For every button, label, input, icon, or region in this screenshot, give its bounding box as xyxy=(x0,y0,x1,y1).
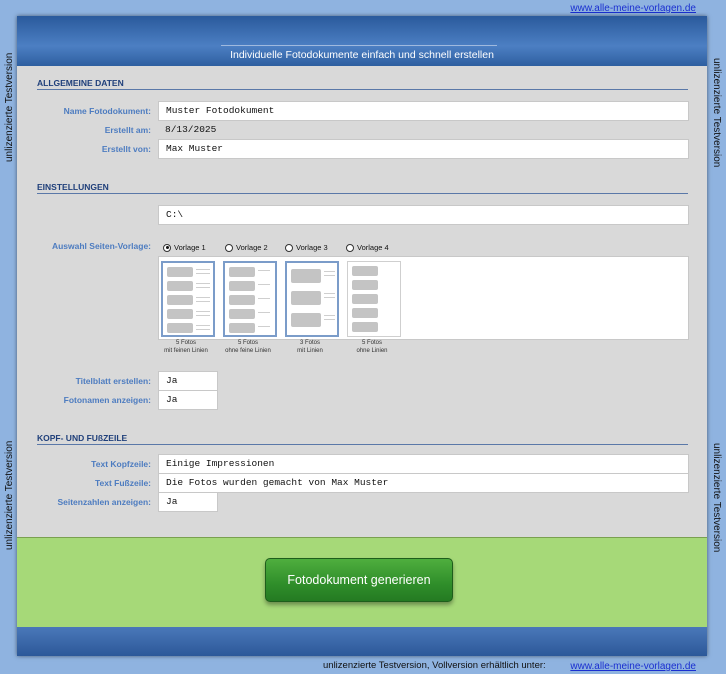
template-radio-label: Vorlage 3 xyxy=(296,243,328,252)
section-title-headerfooter: KOPF- UND FUßZEILE xyxy=(37,433,128,443)
template-label: Auswahl Seiten-Vorlage: xyxy=(51,241,151,251)
bottom-license-note: unlizenzierte Testversion, Vollversion e… xyxy=(323,660,546,671)
radio-empty-icon xyxy=(346,243,354,252)
section-rule-general xyxy=(37,89,688,90)
template-caption-1: 5 Fotos mit feinen Linien xyxy=(164,340,208,354)
footer-text-label: Text Fußzeile: xyxy=(94,478,151,488)
watermark-left-bottom: unlizenzierte Testversion xyxy=(4,440,15,550)
photonames-label: Fotonamen anzeigen: xyxy=(63,395,151,405)
template-radio-label: Vorlage 2 xyxy=(236,243,268,252)
author-label: Erstellt von: xyxy=(101,144,151,154)
watermark-left-top: unlizenzierte Testversion xyxy=(4,52,15,162)
header-divider xyxy=(221,45,497,46)
author-field[interactable]: Max Muster xyxy=(158,139,689,159)
radio-empty-icon xyxy=(225,243,233,252)
pagenums-field[interactable]: Ja xyxy=(158,492,218,512)
template-thumbnail-4[interactable] xyxy=(347,261,401,337)
template-thumbnail-1[interactable] xyxy=(161,261,215,337)
footer-text-field[interactable]: Die Fotos wurden gemacht von Max Muster xyxy=(158,473,689,493)
template-radio-3[interactable]: Vorlage 3 xyxy=(285,243,328,252)
header-text-field[interactable]: Einige Impressionen xyxy=(158,454,689,474)
header-subtitle: Individuelle Fotodokumente einfach und s… xyxy=(230,49,494,61)
radio-selected-icon xyxy=(163,243,171,252)
template-radio-label: Vorlage 4 xyxy=(357,243,389,252)
created-label: Erstellt am: xyxy=(104,125,151,135)
watermark-right-top: unlizenzierte Testversion xyxy=(711,58,722,168)
template-radio-2[interactable]: Vorlage 2 xyxy=(225,243,268,252)
name-field[interactable]: Muster Fotodokument xyxy=(158,101,689,121)
generate-button[interactable]: Fotodokument generieren xyxy=(265,558,453,602)
template-radio-label: Vorlage 1 xyxy=(174,243,206,252)
header-banner: Individuelle Fotodokumente einfach und s… xyxy=(17,16,707,66)
section-rule-settings xyxy=(37,193,688,194)
template-radio-4[interactable]: Vorlage 4 xyxy=(346,243,389,252)
created-value: 8/13/2025 xyxy=(165,124,217,135)
template-thumbnail-2[interactable] xyxy=(223,261,277,337)
watermark-right-bottom: unlizenzierte Testversion xyxy=(711,443,722,553)
template-caption-2: 5 Fotos ohne feine Linien xyxy=(225,340,271,354)
name-label: Name Fotodokument: xyxy=(63,106,151,116)
section-title-settings: EINSTELLUNGEN xyxy=(37,182,109,192)
header-text-label: Text Kopfzeile: xyxy=(91,459,151,469)
bottom-website-link[interactable]: www.alle-meine-vorlagen.de xyxy=(570,661,696,672)
titlepage-label: Titelblatt erstellen: xyxy=(75,376,151,386)
template-radio-1[interactable]: Vorlage 1 xyxy=(163,243,206,252)
titlepage-field[interactable]: Ja xyxy=(158,371,218,391)
radio-empty-icon xyxy=(285,243,293,252)
template-thumbnail-3[interactable] xyxy=(285,261,339,337)
template-preview-box xyxy=(158,256,689,340)
section-rule-headerfooter xyxy=(37,444,688,445)
footer-banner xyxy=(17,627,707,656)
photonames-field[interactable]: Ja xyxy=(158,390,218,410)
template-caption-3: 3 Fotos mit Linien xyxy=(297,340,323,354)
top-website-link[interactable]: www.alle-meine-vorlagen.de xyxy=(570,3,696,14)
form-frame: Individuelle Fotodokumente einfach und s… xyxy=(17,16,707,656)
section-title-general: ALLGEMEINE DATEN xyxy=(37,78,124,88)
template-caption-4: 5 Fotos ohne Linien xyxy=(356,340,388,354)
pagenums-label: Seitenzahlen anzeigen: xyxy=(57,497,151,507)
path-field[interactable]: C:\ xyxy=(158,205,689,225)
